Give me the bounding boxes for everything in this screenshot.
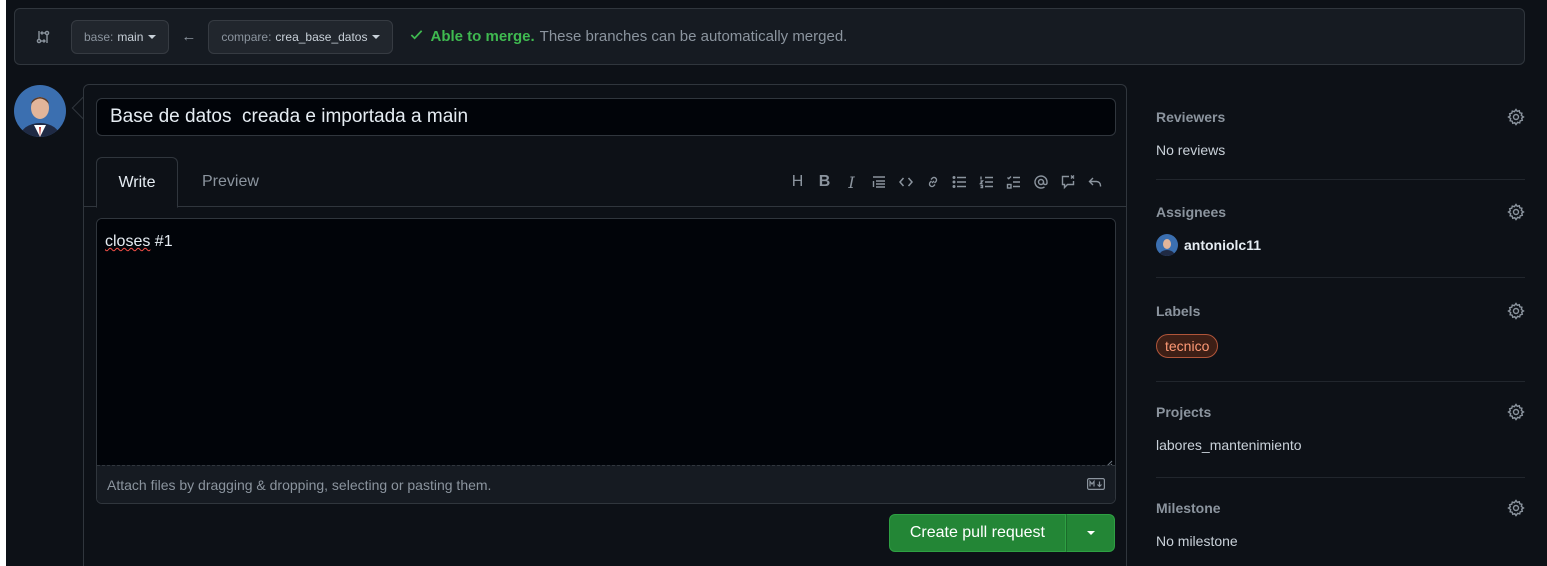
avatar[interactable] (14, 85, 66, 137)
markdown-icon[interactable] (1087, 477, 1105, 493)
compare-branch-name: crea_base_datos (275, 29, 368, 44)
code-icon[interactable] (892, 171, 919, 193)
gear-icon[interactable] (1507, 108, 1525, 126)
reviewers-value: No reviews (1156, 142, 1226, 158)
compare-branch-button[interactable]: compare: crea_base_datos (208, 19, 394, 54)
comment-body-text[interactable]: closes #1 (97, 219, 1115, 466)
gear-icon[interactable] (1507, 203, 1525, 221)
window-edge (0, 0, 6, 566)
heading-icon[interactable]: H (784, 171, 811, 193)
body-rest: #1 (150, 233, 173, 250)
pull-request-composer: Write Preview H B I (83, 84, 1127, 566)
comment-body-field[interactable]: closes #1 Attach files by dragging & dro… (96, 218, 1116, 504)
caret-down-icon (148, 34, 157, 39)
base-branch-button[interactable]: base: main (71, 19, 170, 54)
sidebar: Reviewers No reviews Assignees antoniolc… (1156, 84, 1525, 566)
title-input[interactable] (96, 98, 1116, 136)
cross-reference-icon[interactable] (1054, 171, 1081, 193)
markdown-toolbar: H B I (784, 171, 1108, 193)
gear-icon[interactable] (1507, 302, 1525, 320)
link-icon[interactable] (919, 171, 946, 193)
caret-down-icon (1086, 531, 1095, 535)
base-prefix: base: (84, 29, 114, 44)
editor-tabs: Write Preview H B I (84, 157, 1126, 208)
labels-title: Labels (1156, 303, 1201, 319)
milestone-section: Milestone No milestone (1156, 478, 1525, 566)
reviewers-title: Reviewers (1156, 109, 1226, 125)
labels-section: Labels tecnico (1156, 278, 1525, 382)
bold-icon[interactable]: B (811, 171, 838, 193)
create-pull-request-group: Create pull request (888, 514, 1115, 552)
misspelled-word: closes (105, 233, 151, 250)
quote-icon[interactable] (865, 171, 892, 193)
create-pull-request-button[interactable]: Create pull request (888, 514, 1066, 552)
assignees-title: Assignees (1156, 204, 1227, 220)
create-options-dropdown[interactable] (1066, 514, 1115, 552)
ordered-list-icon[interactable] (973, 171, 1000, 193)
assignee-name: antoniolc11 (1184, 237, 1262, 253)
merge-status-strong: Able to merge. (430, 28, 535, 45)
task-list-icon[interactable] (1000, 171, 1027, 193)
italic-icon[interactable]: I (838, 171, 865, 193)
projects-value[interactable]: labores_mantenimiento (1156, 437, 1525, 453)
compare-bar: base: main ← compare: crea_base_datos Ab… (14, 8, 1525, 65)
unordered-list-icon[interactable] (946, 171, 973, 193)
milestone-title: Milestone (1156, 500, 1221, 516)
milestone-value: No milestone (1156, 533, 1238, 549)
merge-status-text: These branches can be automatically merg… (539, 28, 848, 45)
avatar (1156, 234, 1178, 256)
check-icon (409, 27, 424, 46)
mention-icon[interactable] (1027, 171, 1054, 193)
attach-hint: Attach files by dragging & dropping, sel… (107, 476, 492, 493)
assignee-item[interactable]: antoniolc11 (1156, 234, 1525, 256)
merge-status: Able to merge. These branches can be aut… (409, 27, 847, 46)
tab-preview[interactable]: Preview (202, 157, 259, 207)
reply-icon[interactable] (1081, 171, 1108, 193)
projects-section: Projects labores_mantenimiento (1156, 382, 1525, 478)
label-tecnico[interactable]: tecnico (1156, 334, 1219, 358)
caret-down-icon (372, 34, 381, 39)
gear-icon[interactable] (1507, 403, 1525, 421)
git-compare-icon (35, 29, 51, 45)
resize-handle[interactable] (1105, 455, 1113, 468)
gear-icon[interactable] (1507, 499, 1525, 517)
compare-prefix: compare: (221, 29, 272, 44)
projects-title: Projects (1156, 404, 1212, 420)
attach-files-bar[interactable]: Attach files by dragging & dropping, sel… (97, 465, 1115, 503)
assignees-section: Assignees antoniolc11 (1156, 180, 1525, 278)
tab-write[interactable]: Write (96, 157, 178, 208)
reviewers-section: Reviewers No reviews (1156, 84, 1525, 180)
base-branch-name: main (117, 29, 144, 44)
arrow-left-icon: ← (181, 28, 197, 45)
